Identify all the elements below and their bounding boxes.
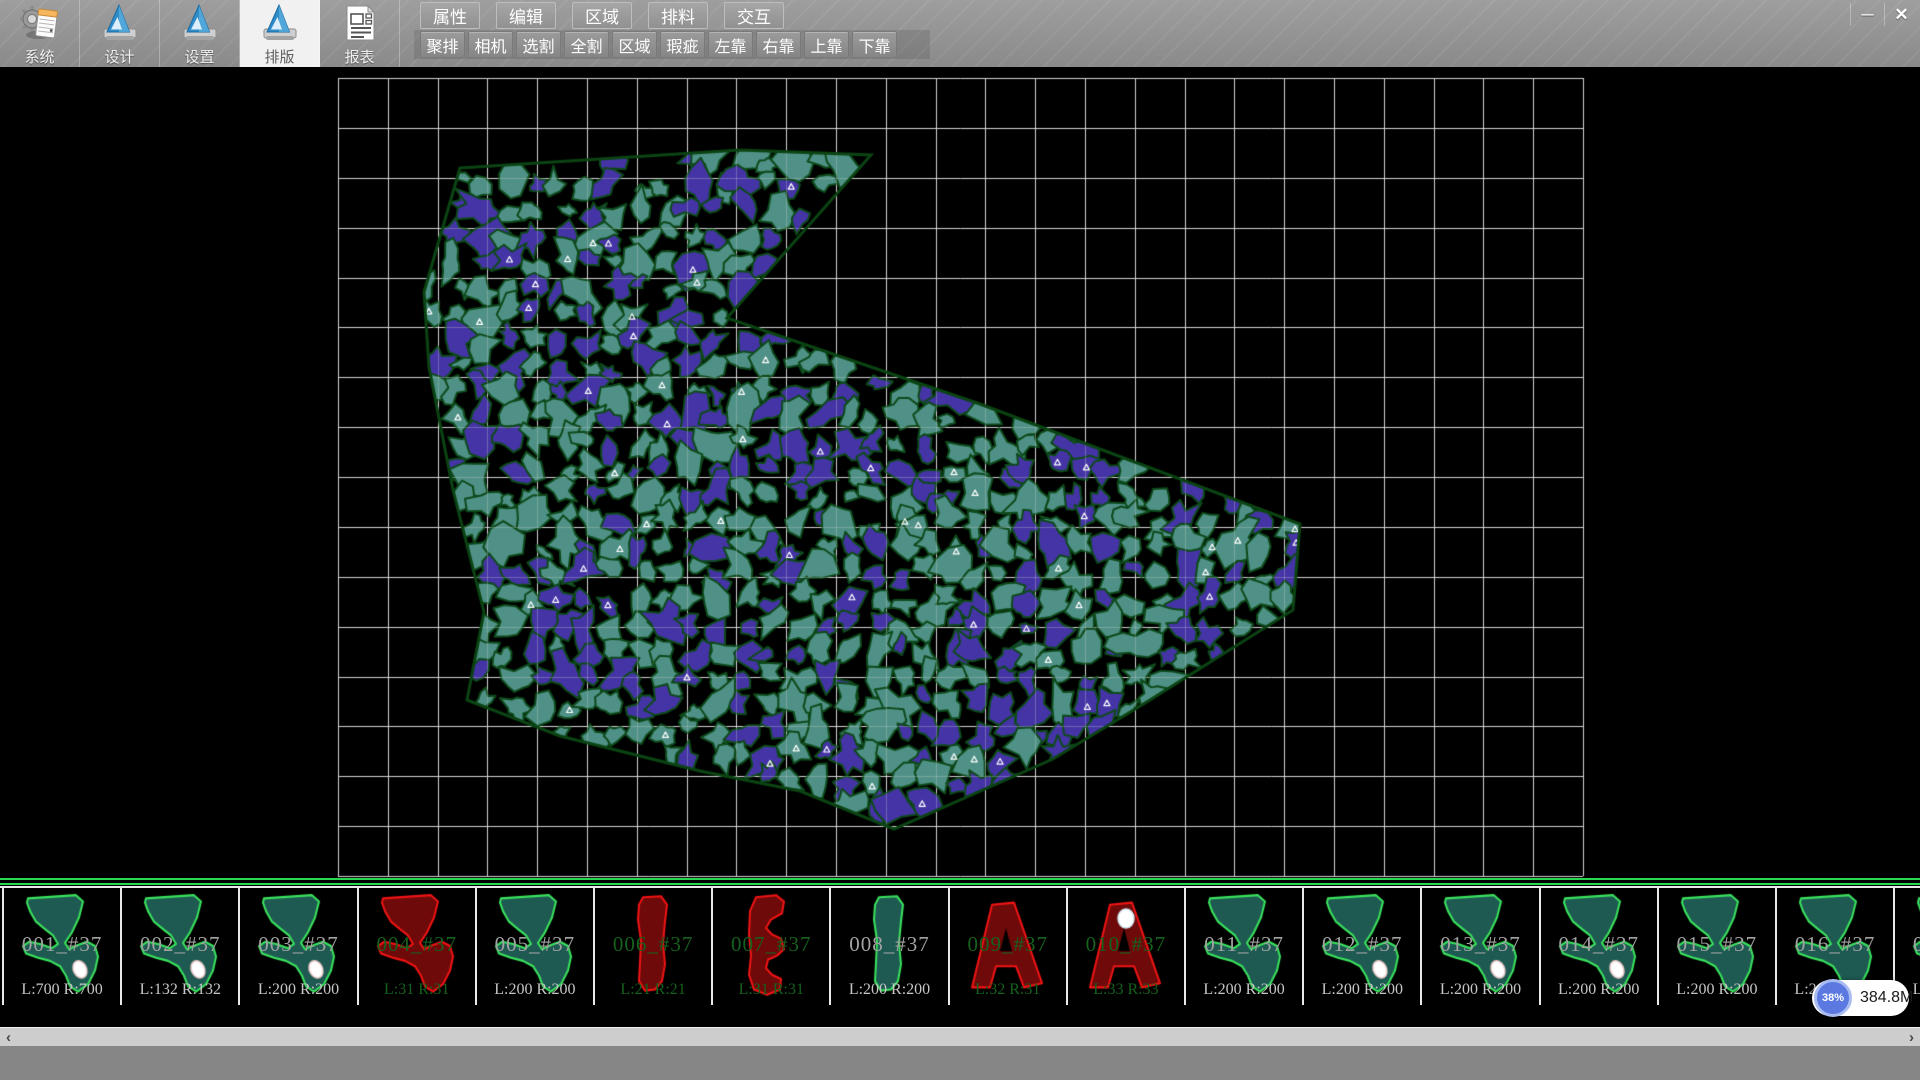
piece-thumbnail-009_#37[interactable]: 009_#37L:32 R:31 bbox=[948, 888, 1066, 1005]
piece-thumbnail-011_#37[interactable]: 011_#37L:200 R:200 bbox=[1184, 888, 1302, 1005]
close-button[interactable]: ✕ bbox=[1884, 3, 1918, 26]
piece-shape-preview bbox=[1659, 888, 1775, 1003]
toolbar-icon-label: 系统 bbox=[24, 46, 54, 67]
piece-shape-preview bbox=[1422, 888, 1538, 1003]
piece-shape-preview bbox=[1541, 888, 1657, 1003]
nesting-canvas[interactable] bbox=[0, 67, 1920, 878]
piece-shape-preview bbox=[1186, 888, 1302, 1003]
progress-circle-icon: 38% bbox=[1814, 979, 1852, 1017]
application-window: 系统设计设置排版报表 属性编辑区域排料交互 聚排相机选割全割区域瑕疵左靠右靠上靠… bbox=[0, 0, 1920, 1080]
toolbar-icon-系统[interactable]: 系统 bbox=[0, 0, 80, 67]
piece-thumbnail-005_#37[interactable]: 005_#37L:200 R:200 bbox=[475, 888, 593, 1005]
piece-shape-preview bbox=[1304, 888, 1420, 1003]
scroll-left-arrow-icon[interactable]: ‹ bbox=[0, 1028, 17, 1047]
tool-button-左靠[interactable]: 左靠 bbox=[708, 31, 753, 58]
toolbar-icon-排版[interactable]: 排版 bbox=[240, 0, 320, 67]
minimize-button[interactable]: ─ bbox=[1850, 3, 1884, 26]
tool-button-右靠[interactable]: 右靠 bbox=[756, 31, 801, 58]
gear-notepad-icon bbox=[20, 3, 60, 43]
piece-thumbnail-003_#37[interactable]: 003_#37L:200 R:200 bbox=[238, 888, 356, 1005]
tool-button-全割[interactable]: 全割 bbox=[564, 31, 609, 58]
piece-thumbnail-007_#37[interactable]: 007_#37L:31 R:31 bbox=[711, 888, 829, 1005]
scroll-right-arrow-icon[interactable]: › bbox=[1903, 1028, 1920, 1047]
set-square-icon bbox=[180, 3, 220, 43]
tool-button-瑕疵[interactable]: 瑕疵 bbox=[660, 31, 705, 58]
tool-button-下靠[interactable]: 下靠 bbox=[852, 31, 897, 58]
tool-button-row: 聚排相机选割全割区域瑕疵左靠右靠上靠下靠 bbox=[420, 31, 897, 58]
main-icon-strip: 系统 设计 设置 排版 报表 bbox=[0, 0, 400, 67]
piece-shape-preview bbox=[713, 888, 829, 1003]
set-square-icon bbox=[100, 3, 140, 43]
piece-thumbnail-013_#37[interactable]: 013_#37L:200 R:200 bbox=[1420, 888, 1538, 1005]
tool-button-上靠[interactable]: 上靠 bbox=[804, 31, 849, 58]
piece-shape-preview bbox=[4, 888, 120, 1003]
piece-thumbnail-008_#37[interactable]: 008_#37L:200 R:200 bbox=[829, 888, 947, 1005]
status-bar bbox=[0, 1046, 1920, 1080]
menu-tab-区域[interactable]: 区域 bbox=[572, 2, 632, 29]
piece-thumbnail-001_#37[interactable]: 001_#37L:700 R:700 bbox=[2, 888, 120, 1005]
piece-thumbnail-010_#37[interactable]: 010_#37L:33 R:33 bbox=[1066, 888, 1184, 1005]
piece-shape-preview bbox=[122, 888, 238, 1003]
menu-tab-排料[interactable]: 排料 bbox=[648, 2, 708, 29]
menu-tab-编辑[interactable]: 编辑 bbox=[496, 2, 556, 29]
piece-thumbnail-006_#37[interactable]: 006_#37L:21 R:21 bbox=[593, 888, 711, 1005]
menu-tab-属性[interactable]: 属性 bbox=[420, 2, 480, 29]
progress-percent: 38% bbox=[1822, 992, 1844, 1004]
piece-shape-preview bbox=[359, 888, 475, 1003]
horizontal-scrollbar[interactable]: ‹ › bbox=[0, 1027, 1920, 1046]
piece-shape-preview bbox=[477, 888, 593, 1003]
tool-button-选割[interactable]: 选割 bbox=[516, 31, 561, 58]
toolbar-icon-label: 设置 bbox=[184, 46, 214, 67]
tool-button-相机[interactable]: 相机 bbox=[468, 31, 513, 58]
piece-thumbnail-002_#37[interactable]: 002_#37L:132 R:132 bbox=[120, 888, 238, 1005]
menu-tab-交互[interactable]: 交互 bbox=[724, 2, 784, 29]
tool-button-区域[interactable]: 区域 bbox=[612, 31, 657, 58]
toolbar-icon-设置[interactable]: 设置 bbox=[160, 0, 240, 67]
tool-button-聚排[interactable]: 聚排 bbox=[420, 31, 465, 58]
piece-thumbnail-014_#37[interactable]: 014_#37L:200 R:200 bbox=[1539, 888, 1657, 1005]
piece-shape-preview bbox=[831, 888, 947, 1003]
toolbar-icon-label: 报表 bbox=[344, 46, 374, 67]
piece-shape-preview bbox=[240, 888, 356, 1003]
piece-shape-preview bbox=[595, 888, 711, 1003]
toolbar-icon-label: 排版 bbox=[264, 46, 294, 67]
piece-thumbnail-012_#37[interactable]: 012_#37L:200 R:200 bbox=[1302, 888, 1420, 1005]
strip-bottom-gap bbox=[0, 1005, 1920, 1027]
memory-usage-badge: 38% 384.8M bbox=[1812, 980, 1909, 1016]
piece-thumbnail-strip: 001_#37L:700 R:700002_#37L:132 R:132003_… bbox=[0, 886, 1920, 1007]
menu-tab-row: 属性编辑区域排料交互 bbox=[420, 2, 784, 30]
toolbar-icon-设计[interactable]: 设计 bbox=[80, 0, 160, 67]
bed-separator-line-top bbox=[0, 878, 1920, 880]
memory-value: 384.8M bbox=[1860, 980, 1913, 1016]
report-document-icon bbox=[340, 3, 380, 43]
piece-thumbnail-004_#37[interactable]: 004_#37L:31 R:31 bbox=[357, 888, 475, 1005]
window-controls: ─ ✕ bbox=[1850, 3, 1918, 26]
piece-thumbnail-015_#37[interactable]: 015_#37L:200 R:200 bbox=[1657, 888, 1775, 1005]
piece-shape-preview bbox=[1068, 888, 1184, 1003]
toolbar-icon-label: 设计 bbox=[104, 46, 134, 67]
bed-separator-line-bottom bbox=[0, 883, 1920, 885]
piece-shape-preview bbox=[950, 888, 1066, 1003]
toolbar-icon-报表[interactable]: 报表 bbox=[320, 0, 400, 67]
toolbar: 系统设计设置排版报表 属性编辑区域排料交互 聚排相机选割全割区域瑕疵左靠右靠上靠… bbox=[0, 0, 1920, 67]
set-square-icon bbox=[260, 3, 300, 43]
